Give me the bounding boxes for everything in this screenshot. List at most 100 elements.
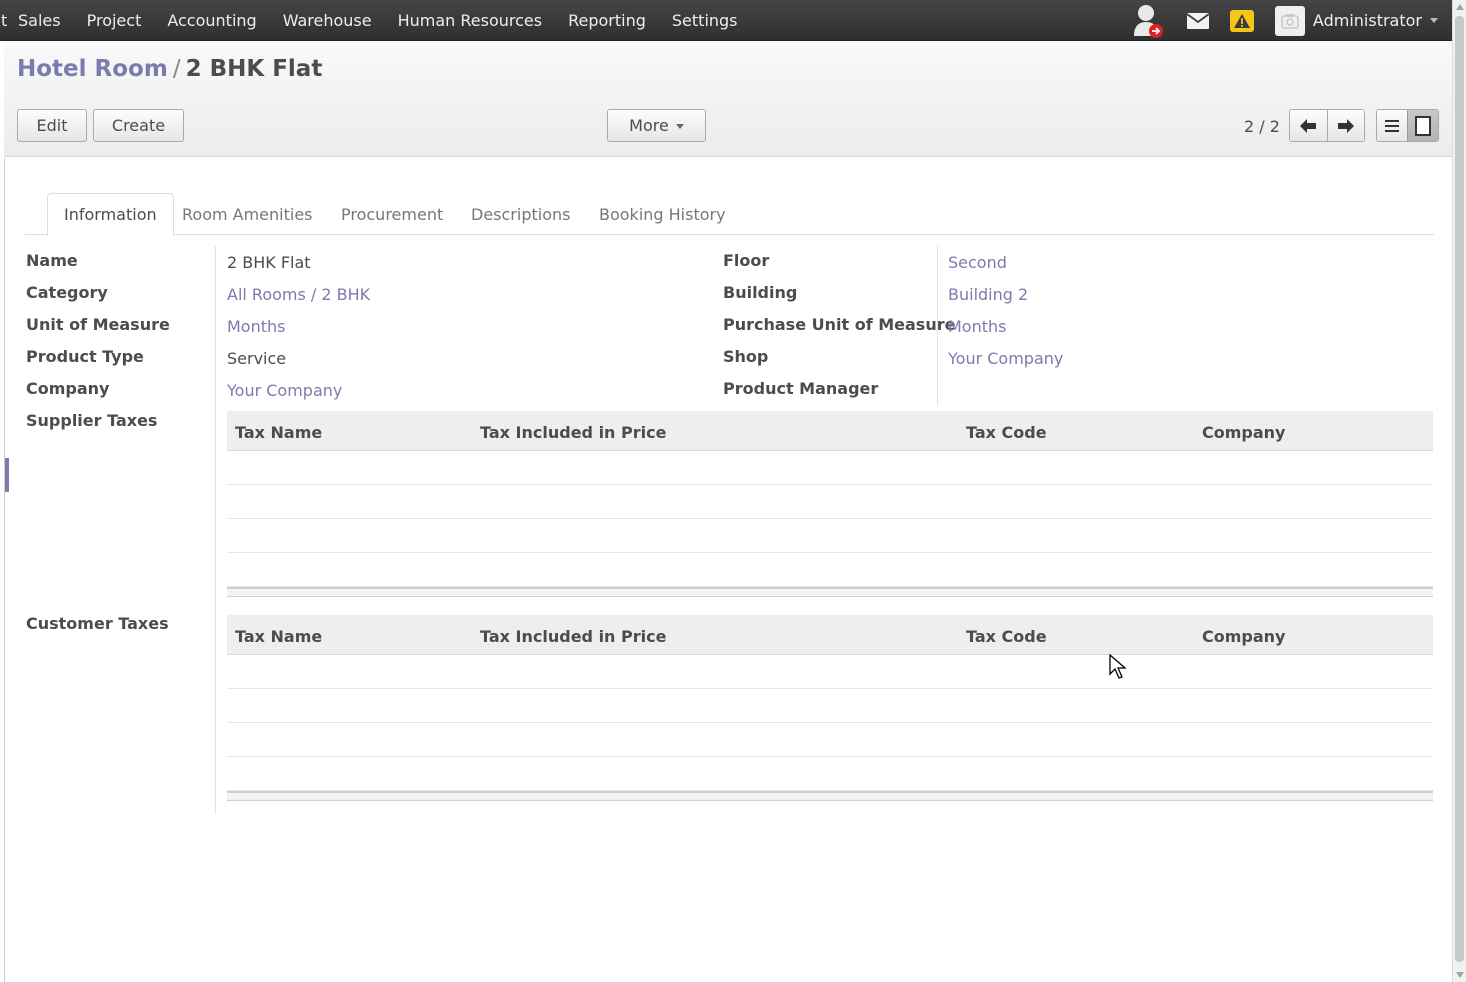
building-label: Building xyxy=(723,283,798,302)
table-row xyxy=(227,757,1433,791)
menu-item-reporting[interactable]: Reporting xyxy=(568,11,646,30)
view-switcher xyxy=(1376,109,1439,142)
table-footer xyxy=(227,587,1433,597)
table-row xyxy=(227,553,1433,587)
name-label: Name xyxy=(26,251,78,270)
column-header-tax-included[interactable]: Tax Included in Price xyxy=(480,627,666,646)
list-icon xyxy=(1385,119,1399,132)
column-header-tax-name[interactable]: Tax Name xyxy=(235,627,322,646)
name-value: 2 BHK Flat xyxy=(227,253,311,272)
create-button[interactable]: Create xyxy=(93,109,184,142)
company-link[interactable]: Your Company xyxy=(227,381,342,400)
category-label: Category xyxy=(26,283,108,302)
warning-icon[interactable] xyxy=(1229,9,1255,33)
building-link[interactable]: Building 2 xyxy=(948,285,1028,304)
breadcrumb: Hotel Room/2 BHK Flat xyxy=(17,56,322,82)
form-view-button[interactable] xyxy=(1407,110,1438,141)
menu-item-sales[interactable]: Sales xyxy=(18,11,61,30)
list-view-button[interactable] xyxy=(1377,110,1407,141)
tab-information[interactable]: Information xyxy=(47,193,174,236)
column-header-company[interactable]: Company xyxy=(1202,423,1285,442)
table-row xyxy=(227,519,1433,553)
menu-item-truncated[interactable]: t xyxy=(0,11,18,30)
form-sheet: Information Room Amenities Procurement D… xyxy=(4,158,1452,982)
more-button-label: More xyxy=(629,116,669,135)
scrollbar-thumb[interactable] xyxy=(1455,16,1464,962)
next-record-button[interactable] xyxy=(1326,110,1364,141)
chevron-down-icon xyxy=(675,124,684,129)
pager-buttons xyxy=(1289,109,1365,142)
column-header-company[interactable]: Company xyxy=(1202,627,1285,646)
tab-procurement[interactable]: Procurement xyxy=(325,193,459,235)
breadcrumb-separator: / xyxy=(172,56,181,82)
column-header-tax-name[interactable]: Tax Name xyxy=(235,423,322,442)
uom-label: Unit of Measure xyxy=(26,315,170,334)
label-divider xyxy=(215,246,216,814)
left-accent-bar xyxy=(5,458,9,492)
create-button-label: Create xyxy=(111,116,166,135)
notebook-tabs: Information Room Amenities Procurement D… xyxy=(25,193,1434,236)
table-header: Tax Name Tax Included in Price Tax Code … xyxy=(227,615,1433,655)
table-row xyxy=(227,655,1433,689)
menu-item-warehouse[interactable]: Warehouse xyxy=(283,11,372,30)
column-header-tax-code[interactable]: Tax Code xyxy=(966,627,1047,646)
column-header-tax-code[interactable]: Tax Code xyxy=(966,423,1047,442)
customer-taxes-label: Customer Taxes xyxy=(26,614,169,633)
supplier-taxes-label: Supplier Taxes xyxy=(26,411,158,430)
breadcrumb-current: 2 BHK Flat xyxy=(185,56,323,82)
uom-link[interactable]: Months xyxy=(227,317,285,336)
pager-counter: 2 / 2 xyxy=(1244,117,1280,136)
table-row xyxy=(227,689,1433,723)
tab-label: Descriptions xyxy=(471,204,571,224)
tab-room-amenities[interactable]: Room Amenities xyxy=(166,193,329,235)
table-footer xyxy=(227,791,1433,801)
vertical-scrollbar[interactable] xyxy=(1452,0,1466,982)
tab-booking-history[interactable]: Booking History xyxy=(583,193,742,235)
user-avatar-icon[interactable] xyxy=(1274,5,1305,36)
floor-link[interactable]: Second xyxy=(948,253,1007,272)
menu-item-human-resources[interactable]: Human Resources xyxy=(398,11,543,30)
table-header: Tax Name Tax Included in Price Tax Code … xyxy=(227,411,1433,451)
purchase-uom-label: Purchase Unit of Measure xyxy=(723,315,956,334)
menu-item-settings[interactable]: Settings xyxy=(672,11,738,30)
right-label-divider xyxy=(937,246,938,406)
tab-label: Information xyxy=(64,205,157,224)
floor-label: Floor xyxy=(723,251,770,270)
user-menu[interactable]: Administrator xyxy=(1313,11,1422,30)
shop-link[interactable]: Your Company xyxy=(948,349,1063,368)
scroll-up-icon[interactable] xyxy=(1456,4,1464,10)
scroll-down-icon[interactable] xyxy=(1456,972,1464,978)
product-type-label: Product Type xyxy=(26,347,144,366)
arrow-right-icon xyxy=(1337,118,1354,133)
more-dropdown-button[interactable]: More xyxy=(607,109,706,142)
table-row xyxy=(227,485,1433,519)
mouse-cursor-icon xyxy=(1109,654,1127,679)
tab-label: Booking History xyxy=(599,204,726,224)
previous-record-button[interactable] xyxy=(1290,110,1327,141)
product-type-value: Service xyxy=(227,349,287,368)
product-manager-label: Product Manager xyxy=(723,379,879,398)
main-menu: t Sales Project Accounting Warehouse Hum… xyxy=(0,0,764,41)
user-status-icon[interactable] xyxy=(1131,2,1167,40)
category-link[interactable]: All Rooms / 2 BHK xyxy=(227,285,370,304)
edit-button-label: Edit xyxy=(36,116,68,135)
table-row xyxy=(227,451,1433,485)
company-label: Company xyxy=(26,379,110,398)
purchase-uom-link[interactable]: Months xyxy=(948,317,1006,336)
supplier-taxes-table: Tax Name Tax Included in Price Tax Code … xyxy=(227,411,1433,597)
form-icon xyxy=(1415,115,1431,136)
menu-item-accounting[interactable]: Accounting xyxy=(167,11,256,30)
navbar-right: Administrator xyxy=(1131,0,1452,41)
top-navbar: t Sales Project Accounting Warehouse Hum… xyxy=(0,0,1452,41)
tab-label: Procurement xyxy=(341,204,444,224)
edit-button[interactable]: Edit xyxy=(17,109,87,142)
breadcrumb-parent-link[interactable]: Hotel Room xyxy=(17,56,168,82)
control-panel: Hotel Room/2 BHK Flat Edit Create More 2… xyxy=(4,41,1452,157)
chevron-down-icon[interactable] xyxy=(1430,18,1438,23)
column-header-tax-included[interactable]: Tax Included in Price xyxy=(480,423,666,442)
mail-icon[interactable] xyxy=(1186,12,1209,29)
customer-taxes-table: Tax Name Tax Included in Price Tax Code … xyxy=(227,615,1433,801)
tab-label: Room Amenities xyxy=(182,204,313,224)
menu-item-project[interactable]: Project xyxy=(87,11,142,30)
tab-descriptions[interactable]: Descriptions xyxy=(455,193,586,235)
